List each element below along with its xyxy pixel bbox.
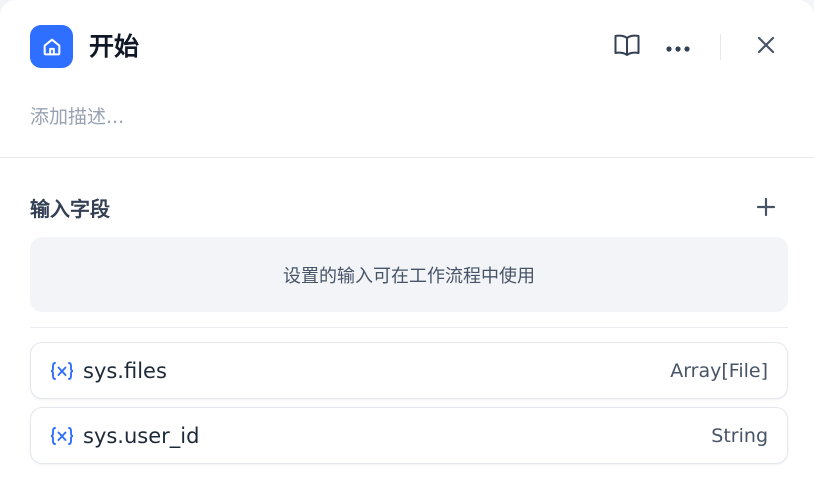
- divider: [30, 327, 788, 328]
- add-input-field-button[interactable]: [750, 193, 782, 225]
- description-input[interactable]: 添加描述...: [30, 103, 124, 131]
- input-fields-title: 输入字段: [30, 197, 110, 221]
- docs-button[interactable]: [611, 31, 643, 63]
- system-variable-row: sys.files Array[File]: [30, 342, 788, 399]
- variable-name: sys.files: [83, 358, 167, 383]
- panel-header: 开始: [30, 25, 784, 69]
- divider: [0, 157, 814, 158]
- close-icon: [756, 35, 776, 59]
- input-fields-empty-state: 设置的输入可在工作流程中使用: [30, 237, 788, 312]
- variable-type: Array[File]: [670, 359, 768, 382]
- book-open-icon: [613, 32, 641, 62]
- node-title[interactable]: 开始: [89, 29, 139, 65]
- header-divider: [720, 34, 721, 60]
- variable-icon: [49, 425, 75, 447]
- home-icon: [30, 25, 73, 68]
- more-horizontal-icon: [666, 38, 690, 57]
- plus-icon: [755, 196, 777, 222]
- variable-name: sys.user_id: [83, 423, 200, 448]
- more-button[interactable]: [662, 31, 694, 63]
- close-button[interactable]: [750, 31, 782, 63]
- system-variable-row: sys.user_id String: [30, 407, 788, 464]
- variable-type: String: [711, 424, 768, 447]
- variable-icon: [49, 360, 75, 382]
- start-node-panel: 开始 添加描述... 输入字段 设置的输入可在工作流程中使用 sys.files…: [0, 0, 814, 482]
- empty-state-text: 设置的输入可在工作流程中使用: [283, 265, 535, 287]
